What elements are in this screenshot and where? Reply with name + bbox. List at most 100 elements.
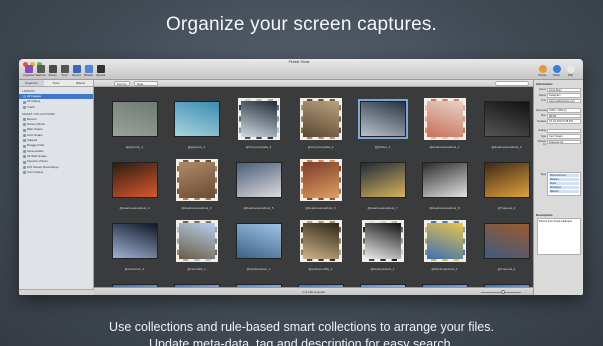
zoom-slider-knob[interactable] (501, 290, 505, 294)
share-toolbar-button[interactable]: Share (551, 65, 562, 80)
sort-label: Sort by (114, 81, 130, 86)
tab-organizer[interactable]: Organizer (19, 80, 44, 86)
thumbnail-image[interactable] (418, 95, 471, 143)
thumbnail-image[interactable] (232, 217, 285, 265)
thumbnail[interactable]: @dearlovesnaphots_7 (356, 156, 409, 214)
thumbnail-caption: @dearlovesnaphots_3 (181, 206, 212, 210)
thumbnail[interactable] (418, 278, 471, 287)
field-value[interactable]: Instagram (547, 93, 581, 98)
field-value[interactable] (547, 128, 581, 133)
thumbnail[interactable]: @dearlovesnaphots_2 (480, 95, 533, 153)
thumbnail-image[interactable] (108, 156, 161, 204)
thumbnail-image[interactable] (170, 156, 223, 204)
description-field[interactable]: Photos from travel catalogue (537, 218, 581, 255)
thumbnail-photo (299, 98, 342, 140)
tag-chip[interactable]: #Monochrome (549, 174, 579, 177)
thumbnail-image[interactable] (294, 278, 347, 287)
thumbnail-image[interactable] (480, 156, 533, 204)
thumbnail[interactable]: @NicDanielson_1 (232, 217, 285, 275)
thumbnail-image[interactable] (356, 278, 409, 287)
field-value[interactable]: Dragged out (547, 139, 581, 144)
thumbnail-image[interactable] (294, 95, 347, 143)
sidebar-item-trash[interactable]: Trash (19, 105, 93, 110)
thumbnail[interactable] (232, 278, 285, 287)
sort-select[interactable]: Date (134, 81, 158, 86)
thumbnail-image[interactable] (232, 95, 285, 143)
field-value[interactable]: Cam Snaps (547, 134, 581, 139)
field-value[interactable]: 15 Jul 2013 5:48 PM (547, 119, 581, 124)
thumbnail-image[interactable] (294, 217, 347, 265)
thumbnail[interactable]: @JCoyneCylalia_2 (294, 95, 347, 153)
thumbnail-image[interactable] (356, 156, 409, 204)
organizer-toolbar-button[interactable]: Organizer (23, 65, 34, 80)
thumbnail-image[interactable] (232, 156, 285, 204)
thumbnail[interactable]: @JCoyneCylalia_3 (232, 95, 285, 153)
thumbnail[interactable]: @dearlovesnaphots_5 (232, 156, 285, 214)
selection-toolbar-button[interactable]: Selection (35, 65, 46, 80)
thumbnail-image[interactable] (356, 217, 409, 265)
pdf-toolbar-button[interactable]: PDF (565, 65, 576, 80)
thumbnail-image[interactable] (232, 278, 285, 287)
thumbnail-image[interactable] (170, 217, 223, 265)
thumbnail[interactable] (108, 278, 161, 287)
search-input[interactable] (495, 81, 529, 86)
thumbnail-image[interactable] (418, 278, 471, 287)
thumbnail-image[interactable] (480, 95, 533, 143)
thumbnail-image[interactable] (294, 156, 347, 204)
field-value[interactable]: 98 KB (547, 113, 581, 118)
thumbnail[interactable]: @marshaIk_1 (170, 217, 223, 275)
thumbnail-caption: @dearlopelsoln_1 (370, 267, 395, 271)
photos-toolbar-button[interactable]: Photos (537, 65, 548, 80)
thumbnail-image[interactable] (480, 278, 533, 287)
tag-chip[interactable]: #Holidays (549, 186, 579, 189)
sidebar-item-cam-videos[interactable]: Cam Videos (19, 170, 93, 175)
window-toolbar-button[interactable]: Window (83, 65, 94, 80)
collection-icon (23, 123, 26, 127)
thumbnail-photo (483, 223, 530, 259)
screen-icon (48, 65, 57, 73)
thumbnail[interactable]: @jaybunty_3 (170, 95, 223, 153)
thumbnail-image[interactable] (356, 95, 409, 143)
thumbnail[interactable]: @7speeds_2 (480, 156, 533, 214)
thumbnail[interactable] (294, 278, 347, 287)
timer-toolbar-button[interactable]: Timer (59, 65, 70, 80)
thumbnail-image[interactable] (108, 217, 161, 265)
thumbnail[interactable] (170, 278, 223, 287)
thumbnail-image[interactable] (418, 156, 471, 204)
tag-chip[interactable]: #Nature (549, 178, 579, 181)
tab-tools[interactable]: Tools (44, 80, 69, 86)
thumbnail[interactable]: @oscaronm_3 (108, 217, 161, 275)
thumbnail-caption: @polzeeronfilly_3 (308, 267, 333, 271)
screen-toolbar-button[interactable]: Screen (47, 65, 58, 80)
thumbnail-photo (423, 98, 466, 140)
thumbnail-image[interactable] (170, 95, 223, 143)
field-value[interactable]: www.pebbleshots.com (547, 98, 581, 103)
thumbnail[interactable]: @dearlopelsoln_1 (356, 217, 409, 275)
field-value[interactable]: 1000 x 1000 px (547, 108, 581, 113)
camera-toolbar-button[interactable]: Camera (95, 65, 106, 80)
record-toolbar-button[interactable]: Record (71, 65, 82, 80)
thumbnail[interactable]: @lifeofsnapshots_1 (418, 217, 471, 275)
thumbnail[interactable]: @jrlinker_1 (356, 95, 409, 153)
field-value[interactable]: Anna Zhen (547, 87, 581, 92)
thumbnail-image[interactable] (108, 95, 161, 143)
thumbnail[interactable]: @jaybunty_1 (108, 95, 161, 153)
thumbnail-image[interactable] (108, 278, 161, 287)
thumbnail-image[interactable] (480, 217, 533, 265)
thumbnail[interactable]: @dearlovesnaphots_1 (418, 95, 471, 153)
thumbnail[interactable]: @dearlovesnaphots_6 (294, 156, 347, 214)
thumbnail[interactable] (480, 278, 533, 287)
thumbnail[interactable]: @dearlovesnaphots_3 (170, 156, 223, 214)
thumbnail-image[interactable] (170, 278, 223, 287)
tag-chip[interactable]: #Kids (549, 182, 579, 185)
inspector: Information Name Anna Zhen Album Instagram L… (533, 80, 583, 295)
thumbnail[interactable]: @dearlovesnaphots_4 (108, 156, 161, 214)
thumbnail[interactable]: @polzeeronfilly_3 (294, 217, 347, 275)
thumbnail[interactable]: @dearlovesnaphots_8 (418, 156, 471, 214)
tags-box[interactable]: #Monochrome #Nature #Kids #Holidays #Beach (547, 172, 581, 196)
tab-effects[interactable]: Effects (68, 80, 93, 86)
tag-chip[interactable]: #Beach (549, 190, 579, 193)
thumbnail-image[interactable] (418, 217, 471, 265)
thumbnail[interactable]: @7speeds_4 (480, 217, 533, 275)
thumbnail[interactable] (356, 278, 409, 287)
